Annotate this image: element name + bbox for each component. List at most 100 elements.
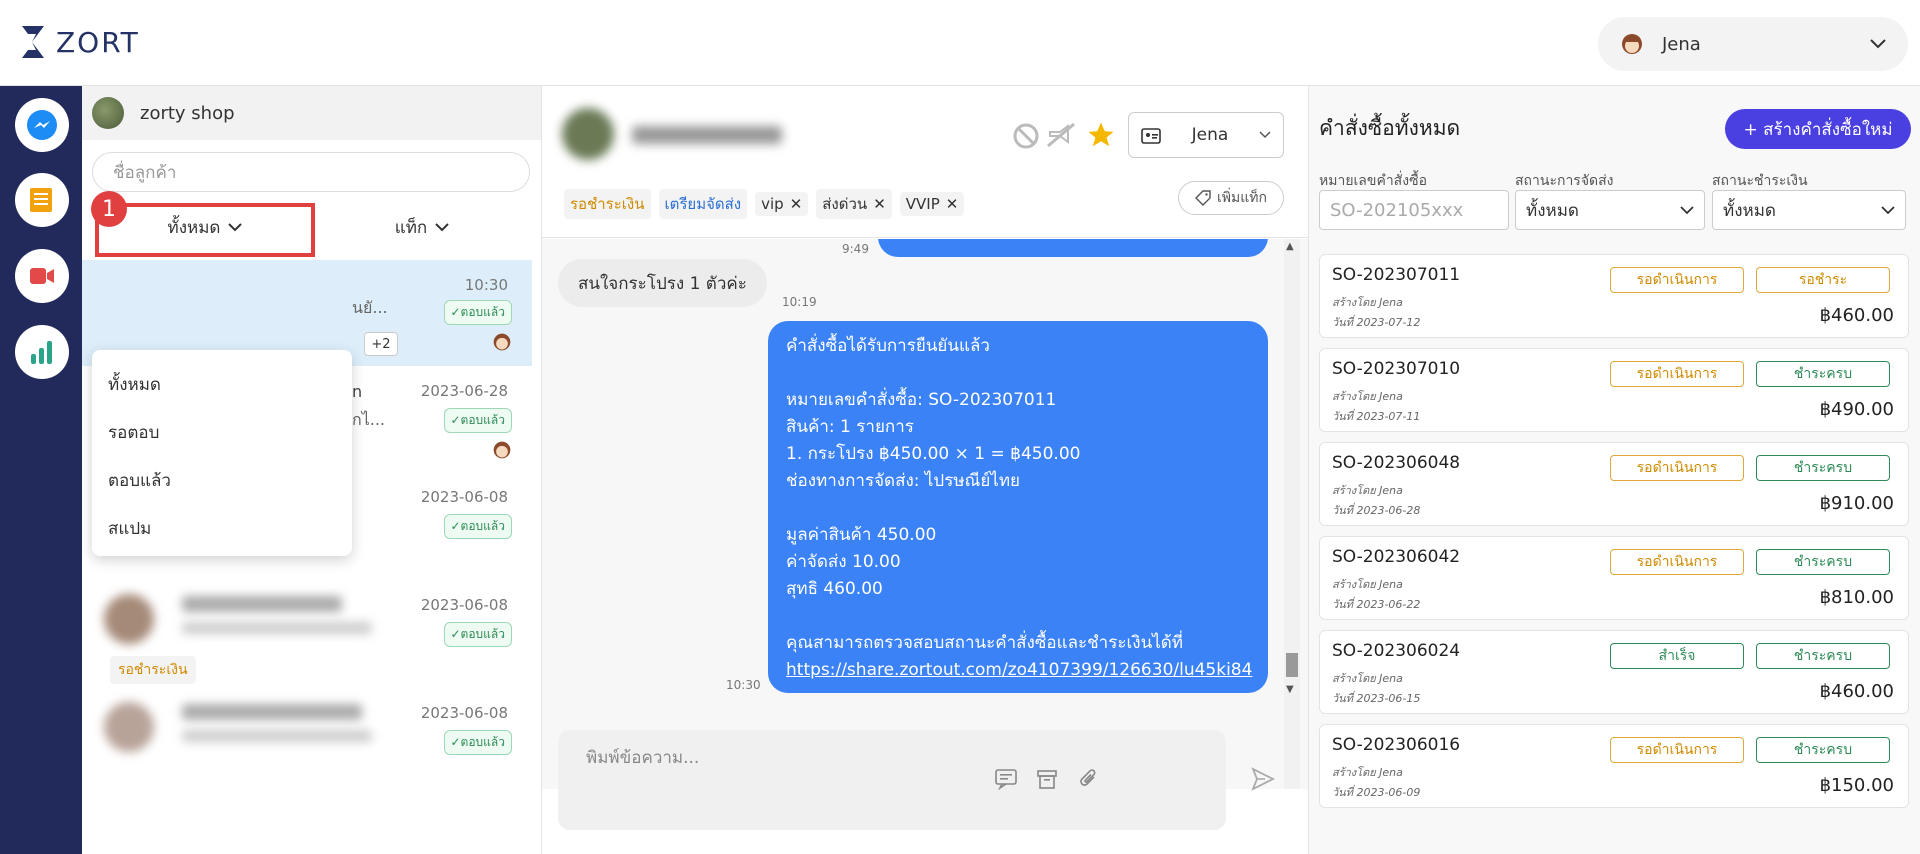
assignee-select[interactable]: Jena	[1128, 112, 1284, 158]
top-bar: ZORT Jena	[0, 0, 1920, 86]
outgoing-message: คำสั่งซื้อได้รับการยืนยันแล้ว หมายเลขคำส…	[768, 321, 1268, 693]
scroll-up-icon[interactable]: ▲	[1286, 241, 1294, 252]
order-share-link[interactable]: https://share.zortout.com/zo4107399/1266…	[786, 660, 1252, 680]
block-icon[interactable]	[1012, 122, 1040, 150]
menu-item-replied[interactable]: ตอบแล้ว	[92, 456, 352, 504]
message-time: 10:30	[726, 678, 761, 692]
msg-line: สุทธิ 460.00	[786, 579, 883, 599]
message-input-placeholder: พิมพ์ข้อความ...	[586, 748, 700, 768]
message-time: 9:49	[842, 242, 869, 256]
order-card[interactable]: SO-202306016 สร้างโดย Jena วันที่ 2023-0…	[1319, 724, 1909, 808]
incoming-message-text: สนใจกระโปรง 1 ตัวค่ะ	[578, 273, 747, 294]
order-number-input[interactable]: SO-202105xxx	[1319, 190, 1509, 230]
order-amount: ฿460.00	[1819, 305, 1894, 326]
message-scrollbar[interactable]: ▲ ▼	[1284, 239, 1300, 789]
send-icon[interactable]	[1250, 766, 1276, 792]
chevron-down-icon	[1870, 39, 1886, 49]
scroll-thumb[interactable]	[1286, 653, 1298, 677]
payment-status-select[interactable]: ทั้งหมด	[1712, 190, 1906, 230]
status-badge: ✓ตอบแล้ว	[443, 622, 512, 647]
agent-avatar-icon	[493, 441, 511, 459]
msg-line: ค่าจัดส่ง 10.00	[786, 552, 901, 572]
order-date: วันที่ 2023-06-09	[1332, 786, 1421, 799]
order-created-by: สร้างโดย Jena	[1332, 296, 1403, 309]
conversation-time: 10:30	[464, 276, 508, 294]
order-number: SO-202307011	[1332, 265, 1461, 285]
order-card[interactable]: SO-202307010 สร้างโดย Jena วันที่ 2023-0…	[1319, 348, 1909, 432]
order-number-label: หมายเลขคำสั่งซื้อ	[1319, 173, 1427, 189]
nav-messenger[interactable]	[15, 98, 69, 152]
tag-remove-icon[interactable]: ✕	[946, 195, 959, 213]
nav-reports[interactable]	[15, 325, 69, 379]
left-nav	[0, 86, 82, 854]
tag-label: ส่งด่วน	[822, 195, 868, 213]
tag-chip[interactable]: เตรียมจัดส่ง	[658, 189, 748, 219]
tag-chip[interactable]: vip ✕	[755, 192, 809, 216]
customer-avatar	[104, 702, 154, 752]
conversation-item[interactable]: 2023-06-08 ✓ตอบแล้ว รอชำระเงิน	[82, 586, 532, 694]
order-date: วันที่ 2023-06-22	[1332, 598, 1421, 611]
order-card[interactable]: SO-202306042 สร้างโดย Jena วันที่ 2023-0…	[1319, 536, 1909, 620]
zort-logo[interactable]: ZORT	[20, 24, 140, 60]
quick-reply-icon[interactable]	[994, 768, 1018, 790]
order-amount: ฿810.00	[1819, 587, 1894, 608]
user-name: Jena	[1662, 33, 1701, 55]
conversation-item[interactable]: 2023-06-08 ✓ตอบแล้ว	[82, 694, 532, 802]
status-badge: ✓ตอบแล้ว	[443, 408, 512, 433]
menu-item-spam[interactable]: สแปม	[92, 504, 352, 552]
add-tag-button[interactable]: เพิ่มแท็ก	[1178, 181, 1284, 215]
conversation-preview	[182, 730, 372, 742]
menu-item-all[interactable]: ทั้งหมด	[92, 360, 352, 408]
customer-search-input[interactable]: ชื่อลูกค้า	[92, 152, 530, 192]
message-input[interactable]: พิมพ์ข้อความ...	[558, 730, 1226, 830]
order-created-by: สร้างโดย Jena	[1332, 390, 1403, 403]
user-menu[interactable]: Jena	[1598, 17, 1908, 71]
payment-status-badge: ชำระครบ	[1756, 643, 1890, 669]
shipping-status-select[interactable]: ทั้งหมด	[1515, 190, 1705, 230]
messenger-icon	[27, 110, 57, 140]
nav-orders[interactable]	[15, 173, 69, 227]
shipping-status-badge: รอดำเนินการ	[1610, 455, 1744, 481]
order-number: SO-202306042	[1332, 547, 1461, 567]
mute-icon[interactable]	[1044, 120, 1078, 150]
tag-chip[interactable]: รอชำระเงิน	[564, 189, 651, 219]
filter-tag-dropdown[interactable]: แท็ก	[322, 202, 522, 252]
tag-remove-icon[interactable]: ✕	[873, 195, 886, 213]
order-card[interactable]: SO-202306024 สร้างโดย Jena วันที่ 2023-0…	[1319, 630, 1909, 714]
orders-panel: คำสั่งซื้อทั้งหมด + สร้างคำสั่งซื้อใหม่ …	[1308, 86, 1920, 854]
conversation-preview: กไ...	[352, 410, 385, 429]
payment-status-label: สถานะชำระเงิน	[1712, 173, 1808, 189]
payment-status-badge: ชำระครบ	[1756, 361, 1890, 387]
order-date: วันที่ 2023-07-12	[1332, 316, 1421, 329]
nav-video[interactable]	[15, 249, 69, 303]
order-card[interactable]: SO-202306048 สร้างโดย Jena วันที่ 2023-0…	[1319, 442, 1909, 526]
conversation-time: 2023-06-08	[420, 488, 508, 506]
archive-icon[interactable]	[1036, 768, 1058, 790]
msg-line: 1. กระโปรง ฿450.00 × 1 = ฿450.00	[786, 444, 1081, 464]
order-created-by: สร้างโดย Jena	[1332, 484, 1403, 497]
shop-header[interactable]: zorty shop	[82, 86, 541, 140]
brand-name: ZORT	[56, 25, 140, 59]
tag-remove-icon[interactable]: ✕	[790, 195, 803, 213]
order-amount: ฿150.00	[1819, 775, 1894, 796]
add-tag-label: เพิ่มแท็ก	[1217, 190, 1267, 206]
order-date: วันที่ 2023-06-15	[1332, 692, 1421, 705]
status-filter-menu: ทั้งหมด รอตอบ ตอบแล้ว สแปม	[92, 350, 352, 556]
tag-chip[interactable]: ส่งด่วน ✕	[816, 189, 892, 219]
attachment-icon[interactable]	[1078, 768, 1100, 790]
menu-item-awaiting[interactable]: รอตอบ	[92, 408, 352, 456]
message-area[interactable]: 9:49 สนใจกระโปรง 1 ตัวค่ะ 10:19 คำสั่งซื…	[542, 239, 1308, 789]
order-amount: ฿490.00	[1819, 399, 1894, 420]
order-card[interactable]: SO-202307011 สร้างโดย Jena วันที่ 2023-0…	[1319, 254, 1909, 338]
chevron-down-icon	[1259, 131, 1271, 139]
tag-chip[interactable]: VVIP ✕	[899, 192, 965, 216]
scroll-down-icon[interactable]: ▼	[1286, 684, 1294, 695]
create-order-button[interactable]: + สร้างคำสั่งซื้อใหม่	[1725, 109, 1911, 149]
zort-logo-icon	[22, 26, 44, 58]
conversation-time: 2023-06-08	[420, 704, 508, 722]
status-badge: ✓ตอบแล้ว	[443, 514, 512, 539]
orders-icon	[30, 188, 52, 212]
star-icon[interactable]	[1086, 120, 1116, 150]
msg-line: คำสั่งซื้อได้รับการยืนยันแล้ว	[786, 336, 990, 356]
orders-title: คำสั่งซื้อทั้งหมด	[1319, 116, 1461, 140]
